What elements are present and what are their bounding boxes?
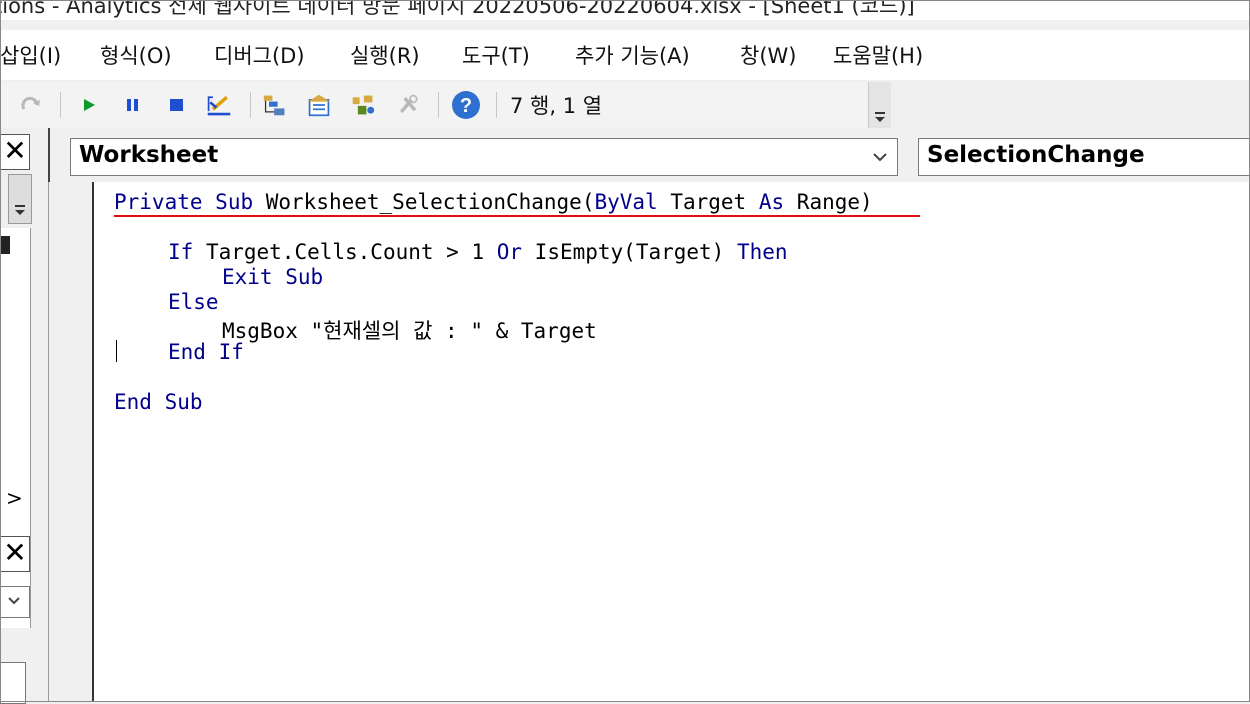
toolbar-separator — [60, 92, 61, 118]
code-line-3: Exit Sub — [222, 265, 323, 289]
keyword: Then — [736, 240, 788, 264]
code-line-7: End Sub — [114, 390, 203, 414]
keyword: Exit — [222, 265, 273, 289]
menu-window[interactable]: 창(W) — [740, 40, 796, 70]
margin-indicator-bar[interactable] — [48, 182, 91, 702]
keyword: End — [114, 390, 152, 414]
code-token: Range) — [784, 190, 873, 214]
keyword: As — [758, 190, 785, 214]
standard-toolbar: ? 7 행, 1 열 — [0, 82, 891, 128]
window-title-bar: tions - Analytics 전체 웹사이트 데이터 방문 페이지 202… — [0, 0, 1250, 20]
object-browser-icon[interactable] — [350, 93, 376, 117]
close-panel-button[interactable]: ✕ — [0, 134, 30, 170]
cursor-position-status: 7 행, 1 열 — [510, 94, 603, 118]
menu-bar: 삽입(I) 형식(O) 디버그(D) 실행(R) 도구(T) 추가 기능(A) … — [0, 30, 1250, 80]
keyword: Sub — [164, 390, 203, 414]
code-token: MsgBox "현재셀의 값 : " & Target — [222, 319, 597, 343]
svg-text:?: ? — [460, 95, 472, 117]
code-line-6: End If — [168, 340, 244, 364]
chevron-down-icon — [15, 205, 25, 215]
code-token: Worksheet_SelectionChange( — [253, 190, 595, 214]
project-explorer-panel: ✕ > ✕ — [0, 128, 48, 704]
menu-debug[interactable]: 디버그(D) — [214, 40, 305, 70]
properties-grid[interactable] — [0, 662, 26, 704]
menu-insert[interactable]: 삽입(I) — [0, 40, 61, 70]
stop-icon[interactable] — [164, 93, 190, 117]
properties-object-dropdown[interactable] — [0, 586, 30, 618]
keyword: If — [168, 240, 194, 264]
code-line-5: MsgBox "현재셀의 값 : " & Target — [222, 315, 597, 345]
menu-format[interactable]: 형식(O) — [100, 40, 172, 70]
toolbar-overflow-grip[interactable] — [868, 82, 891, 128]
menu-run[interactable]: 실행(R) — [350, 40, 420, 70]
toolbar-separator — [496, 92, 497, 118]
keyword: Private — [114, 190, 203, 214]
expand-arrow-icon[interactable]: > — [6, 486, 23, 510]
text-caret — [116, 340, 117, 362]
object-combo-value: Worksheet — [79, 142, 219, 168]
chevron-down-icon — [8, 597, 20, 605]
code-token: Target — [657, 190, 759, 214]
code-line-1: Private Sub Worksheet_SelectionChange(By… — [114, 190, 873, 214]
menu-help[interactable]: 도움말(H) — [833, 40, 923, 70]
help-icon[interactable]: ? — [450, 89, 482, 121]
code-editor[interactable]: Private Sub Worksheet_SelectionChange(By… — [92, 182, 1250, 702]
close-properties-button[interactable]: ✕ — [0, 536, 30, 572]
code-token: Target.Cells.Count > 1 — [193, 240, 497, 264]
keyword: End — [168, 340, 206, 364]
keyword: If — [218, 340, 244, 364]
keyword: Sub — [215, 190, 254, 214]
project-explorer-icon[interactable] — [262, 93, 288, 117]
design-mode-icon[interactable] — [206, 93, 232, 117]
keyword: ByVal — [594, 190, 658, 214]
chevron-down-icon — [873, 153, 887, 162]
menu-addins[interactable]: 추가 기능(A) — [575, 40, 690, 70]
code-line-2: If Target.Cells.Count > 1 Or IsEmpty(Tar… — [168, 240, 788, 264]
procedure-combo[interactable]: SelectionChange — [918, 138, 1250, 176]
highlight-underline — [114, 215, 920, 217]
code-token: IsEmpty(Target) — [522, 240, 737, 264]
tree-node-icon — [0, 236, 10, 254]
toolbox-icon[interactable] — [396, 93, 422, 117]
object-combo[interactable]: Worksheet — [70, 138, 898, 176]
keyword: Sub — [285, 265, 324, 289]
chevron-down-icon — [875, 112, 885, 122]
procedure-combo-value: SelectionChange — [927, 142, 1145, 168]
toolbar-separator — [250, 92, 251, 118]
keyword: Or — [496, 240, 523, 264]
menu-tools[interactable]: 도구(T) — [462, 40, 530, 70]
panel-scroll-grip[interactable] — [8, 174, 32, 224]
toolbar-separator — [438, 92, 439, 118]
pause-icon[interactable] — [120, 93, 146, 117]
keyword: Else — [168, 290, 219, 314]
window-title: tions - Analytics 전체 웹사이트 데이터 방문 페이지 202… — [0, 0, 915, 18]
run-icon[interactable] — [76, 93, 102, 117]
code-line-4: Else — [168, 290, 219, 314]
redo-icon[interactable] — [18, 93, 44, 117]
properties-window-icon[interactable] — [306, 93, 332, 117]
